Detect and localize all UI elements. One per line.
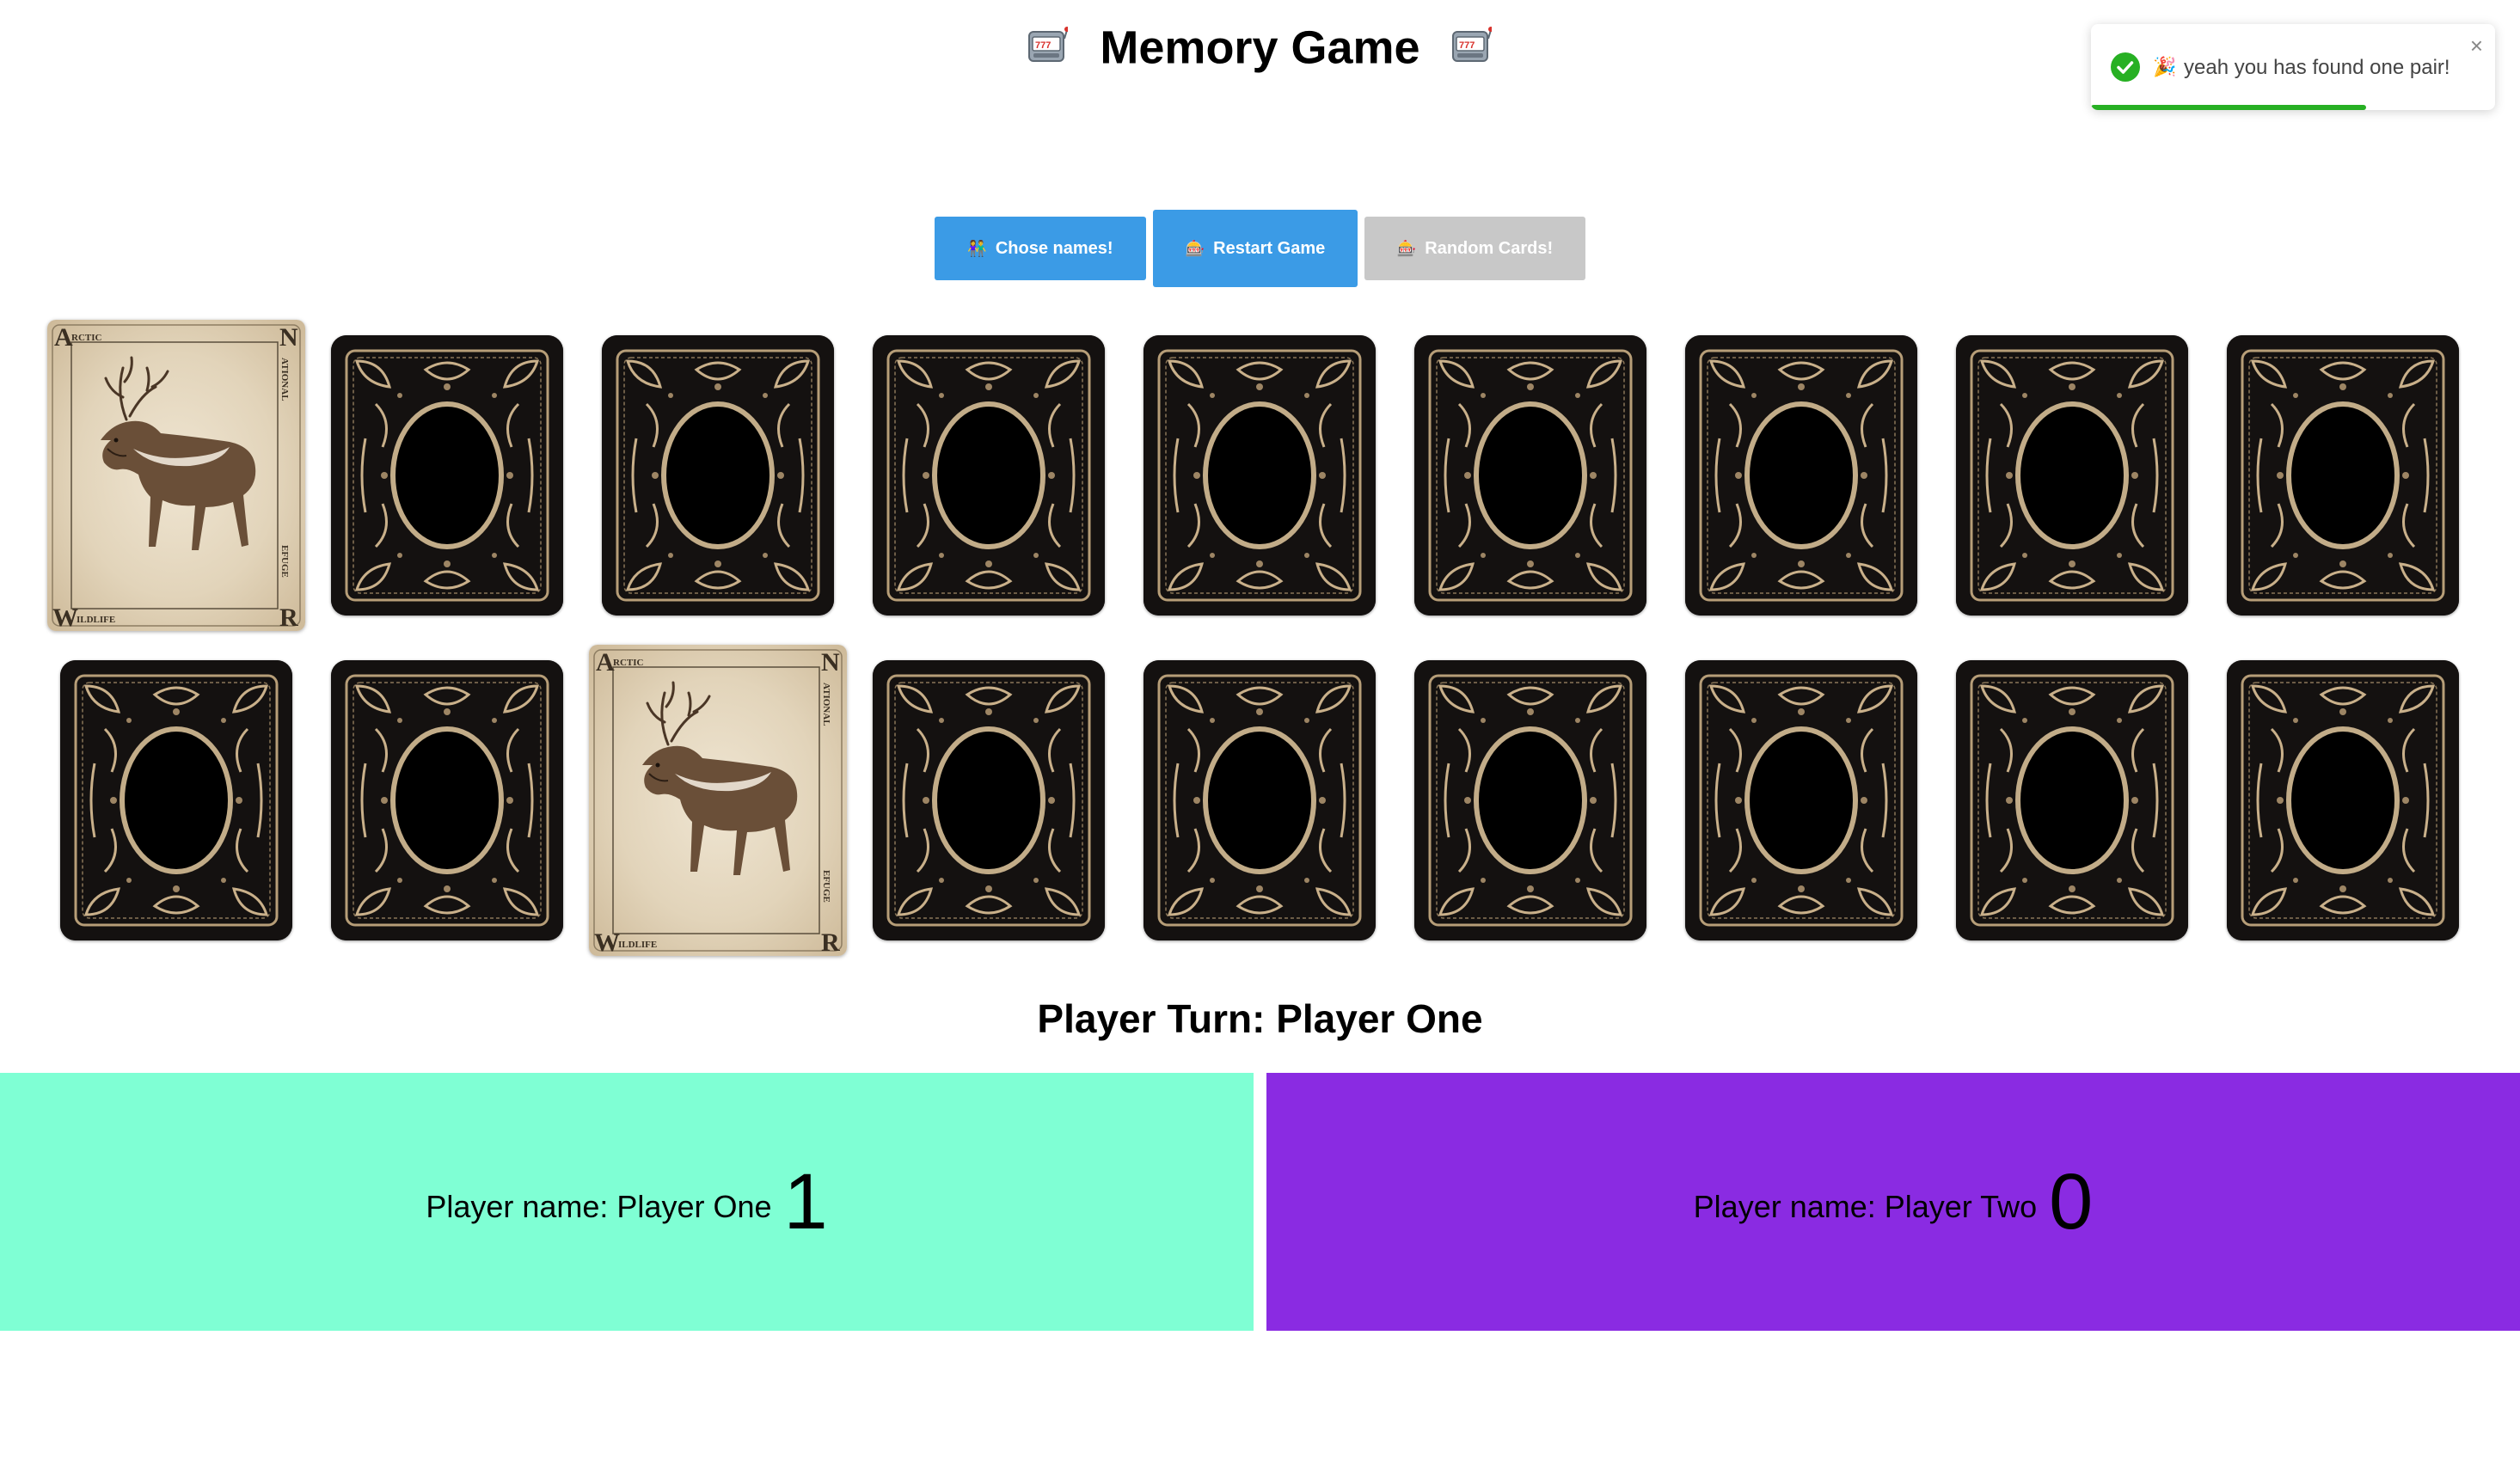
slot-machine-icon [1452,27,1492,63]
card-back-pattern [2227,660,2459,940]
random-cards-button[interactable]: 🎰 Random Cards! [1364,217,1585,280]
memory-card-face-down[interactable] [1144,335,1376,616]
card-back-pattern [331,335,563,616]
random-cards-label: Random Cards! [1425,238,1554,258]
memory-card-face-down[interactable] [873,335,1105,616]
card-back-pattern [1144,335,1376,616]
card-back-pattern [1414,335,1646,616]
memory-card-face-down[interactable] [1685,660,1917,940]
card-back-pattern [1956,660,2188,940]
card-back-pattern [1414,660,1646,940]
card-back-pattern [1685,660,1917,940]
memory-card-face-down[interactable] [873,660,1105,940]
memory-card-face-down[interactable] [1414,660,1646,940]
caribou-card-art [589,645,847,956]
card-back-pattern [60,660,292,940]
memory-card-face-down[interactable] [1956,335,2188,616]
player-turn: Player Turn: Player One [1037,996,1483,1041]
success-toast: 🎉 yeah you has found one pair! × [2091,24,2495,110]
restart-game-button[interactable]: 🎰 Restart Game [1153,210,1358,287]
check-circle-icon [2111,52,2140,82]
card-back-pattern [1685,335,1917,616]
memory-card-face-down[interactable] [1414,335,1646,616]
memory-card-face-up[interactable] [47,320,305,631]
toast-message: yeah you has found one pair! [2184,56,2450,79]
memory-card-face-down[interactable] [331,660,563,940]
player-two-panel: Player name: Player Two 0 [1266,1073,2520,1331]
memory-card-face-down[interactable] [1685,335,1917,616]
card-back-pattern [1144,660,1376,940]
party-popper-icon: 🎉 [2153,56,2177,77]
toast-progress-track [2091,105,2495,110]
page-title: Memory Game [1100,21,1420,74]
card-back-pattern [873,335,1105,616]
choose-names-button[interactable]: 👫 Chose names! [935,217,1146,280]
memory-card-face-down[interactable] [1144,660,1376,940]
memory-card-face-down[interactable] [331,335,563,616]
card-back-pattern [1956,335,2188,616]
memory-card-face-up[interactable] [589,645,847,956]
player-one-score: 1 [783,1158,828,1246]
caribou-card-art [47,320,305,631]
toast-progress-bar [2091,105,2366,110]
memory-card-face-down[interactable] [60,660,292,940]
player-two-score: 0 [2049,1158,2094,1246]
slot-machine-icon [1028,27,1068,63]
card-back-pattern [602,335,834,616]
couple-icon: 👫 [967,239,987,257]
memory-card-face-down[interactable] [2227,335,2459,616]
memory-card-face-down[interactable] [1956,660,2188,940]
card-back-pattern [2227,335,2459,616]
slot-machine-icon: 🎰 [1396,239,1417,257]
card-back-pattern [331,660,563,940]
memory-card-face-down[interactable] [2227,660,2459,940]
choose-names-label: Chose names! [995,238,1113,258]
player-two-name: Player name: Player Two [1693,1189,2038,1224]
memory-card-face-down[interactable] [602,335,834,616]
restart-game-label: Restart Game [1213,238,1326,258]
slot-machine-icon: 🎰 [1185,239,1205,257]
card-back-pattern [873,660,1105,940]
close-icon[interactable]: × [2470,34,2483,57]
player-one-name: Player name: Player One [426,1189,772,1224]
player-one-panel: Player name: Player One 1 [0,1073,1254,1331]
